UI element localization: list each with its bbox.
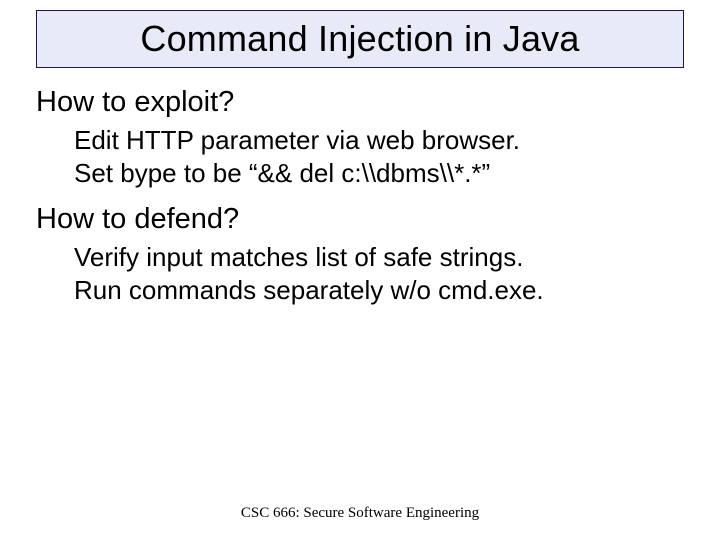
slide-footer: CSC 666: Secure Software Engineering xyxy=(0,505,720,522)
section-heading-exploit: How to exploit? xyxy=(36,86,684,119)
title-box: Command Injection in Java xyxy=(36,10,684,68)
slide-title: Command Injection in Java xyxy=(140,18,579,60)
bullet-line: Set bype to be “&& del c:\\dbms\\*.*” xyxy=(74,158,684,190)
slide: Command Injection in Java How to exploit… xyxy=(0,0,720,540)
section-body-exploit: Edit HTTP parameter via web browser. Set… xyxy=(36,125,684,189)
section-body-defend: Verify input matches list of safe string… xyxy=(36,242,684,306)
bullet-line: Run commands separately w/o cmd.exe. xyxy=(74,275,684,307)
section-heading-defend: How to defend? xyxy=(36,203,684,236)
bullet-line: Edit HTTP parameter via web browser. xyxy=(74,125,684,157)
bullet-line: Verify input matches list of safe string… xyxy=(74,242,684,274)
slide-body: How to exploit? Edit HTTP parameter via … xyxy=(36,86,684,321)
